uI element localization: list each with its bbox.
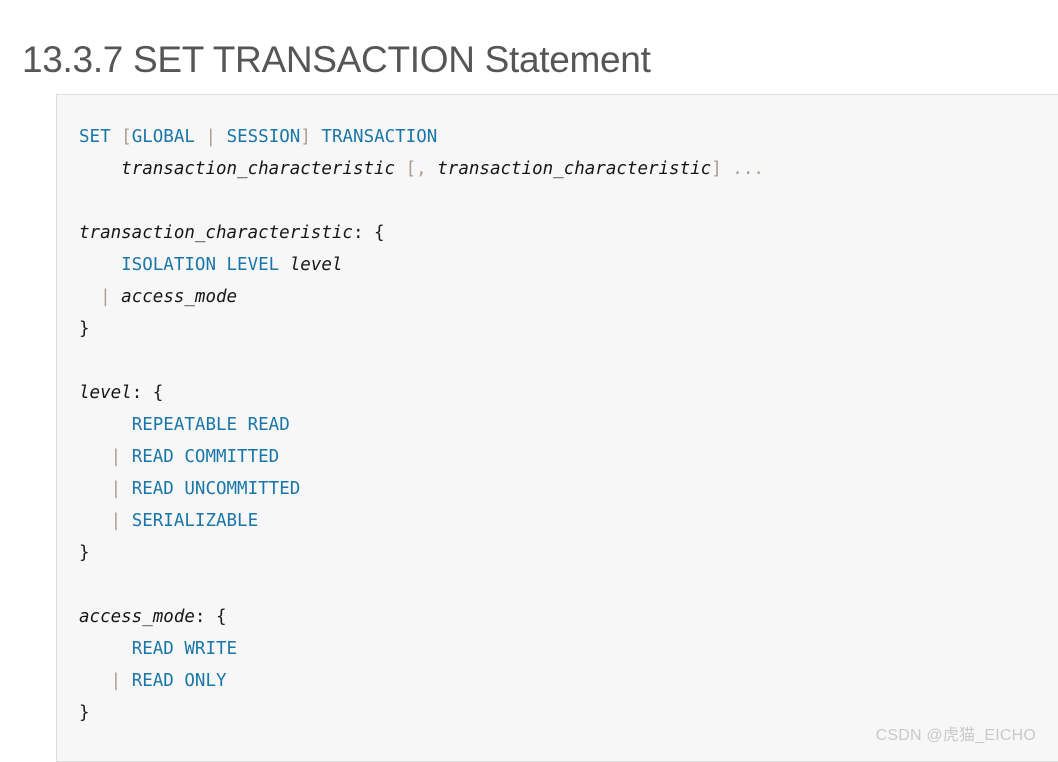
code-line: ISOLATION LEVEL level xyxy=(79,249,1058,281)
token-pipe: | xyxy=(110,479,122,499)
code-line: level: { xyxy=(79,377,1058,409)
token-bracket-close: ] xyxy=(711,159,722,179)
token-colon-brace: : { xyxy=(194,607,227,627)
code-block: SET [GLOBAL | SESSION] TRANSACTION trans… xyxy=(56,94,1058,762)
token-read-write: READ WRITE xyxy=(131,639,238,659)
token-session: SESSION xyxy=(226,127,301,147)
token-brace-close: } xyxy=(79,703,90,723)
token-pipe: | xyxy=(205,127,217,147)
code-listing: SET [GLOBAL | SESSION] TRANSACTION trans… xyxy=(57,95,1058,729)
token-set: SET xyxy=(79,127,111,147)
code-line: REPEATABLE READ xyxy=(79,409,1058,441)
token-transaction-characteristic: transaction_characteristic xyxy=(437,159,712,179)
token-level: level xyxy=(79,383,132,403)
code-line: access_mode: { xyxy=(79,601,1058,633)
token-isolation-level: ISOLATION LEVEL xyxy=(121,255,280,275)
token-brace-close: } xyxy=(79,543,90,563)
token-bracket-open-comma: [, xyxy=(405,159,427,179)
token-pipe: | xyxy=(100,287,111,307)
code-line: transaction_characteristic [, transactio… xyxy=(79,153,1058,185)
token-brace-close: } xyxy=(79,319,90,339)
code-line: SET [GLOBAL | SESSION] TRANSACTION xyxy=(79,121,1058,153)
token-read-uncommitted: READ UNCOMMITTED xyxy=(131,479,301,499)
token-level: level xyxy=(289,255,343,275)
token-bracket-open: [ xyxy=(121,127,132,147)
code-line: } xyxy=(79,313,1058,345)
token-colon-brace: : { xyxy=(352,223,385,243)
code-line: READ WRITE xyxy=(79,633,1058,665)
code-line: | READ ONLY xyxy=(79,665,1058,697)
token-read-only: READ ONLY xyxy=(131,671,227,691)
token-access-mode: access_mode xyxy=(121,287,238,307)
token-repeatable-read: REPEATABLE READ xyxy=(131,415,290,435)
watermark: CSDN @虎猫_EICHO xyxy=(875,727,1036,744)
code-line: | access_mode xyxy=(79,281,1058,313)
token-pipe: | xyxy=(110,447,122,467)
page-title: 13.3.7 SET TRANSACTION Statement xyxy=(22,38,651,80)
token-serializable: SERIALIZABLE xyxy=(131,511,259,531)
code-line: } xyxy=(79,537,1058,569)
token-transaction-characteristic: transaction_characteristic xyxy=(79,223,353,243)
code-line: | READ UNCOMMITTED xyxy=(79,473,1058,505)
token-transaction: TRANSACTION xyxy=(321,127,438,147)
token-bracket-close: ] xyxy=(300,127,311,147)
token-global: GLOBAL xyxy=(131,127,195,147)
code-line: | READ COMMITTED xyxy=(79,441,1058,473)
token-transaction-characteristic: transaction_characteristic xyxy=(121,159,396,179)
token-pipe: | xyxy=(110,671,122,691)
code-line: | SERIALIZABLE xyxy=(79,505,1058,537)
token-ellipsis: ... xyxy=(732,159,764,179)
code-line: transaction_characteristic: { xyxy=(79,217,1058,249)
token-colon-brace: : { xyxy=(131,383,164,403)
token-access-mode: access_mode xyxy=(79,607,195,627)
token-pipe: | xyxy=(110,511,122,531)
token-read-committed: READ COMMITTED xyxy=(131,447,280,467)
